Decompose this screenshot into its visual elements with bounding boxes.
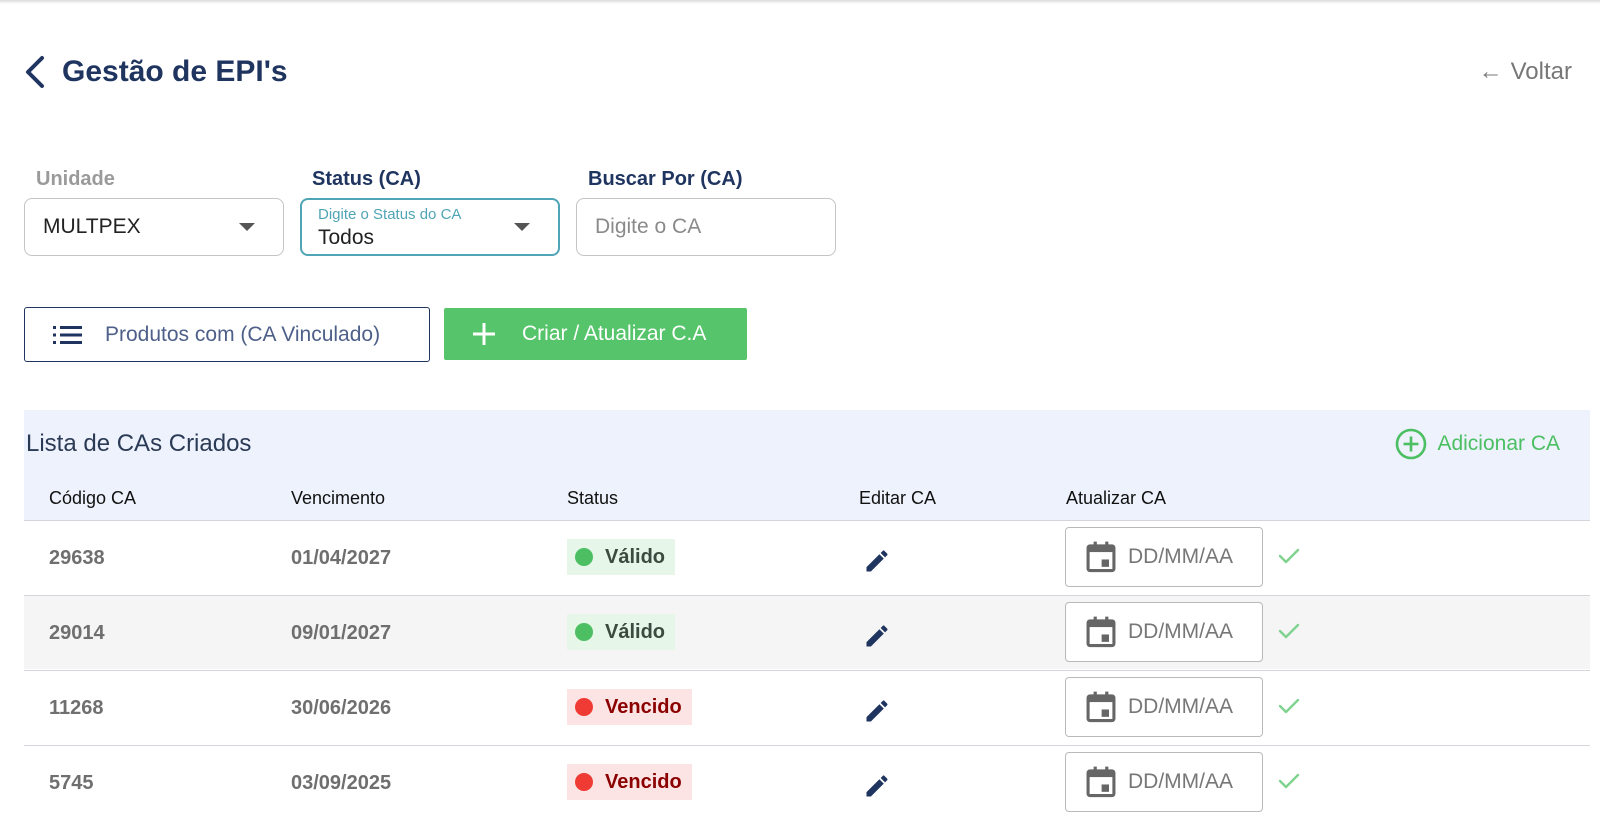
update-date-input[interactable]: DD/MM/AA <box>1065 527 1263 587</box>
table-row: 5745 03/09/2025 Vencido DD/MM/AA <box>24 745 1590 819</box>
add-ca-button[interactable]: Adicionar CA <box>1395 428 1560 460</box>
buscar-input[interactable]: Digite o CA <box>576 198 836 256</box>
table-row: 29014 09/01/2027 Válido DD/MM/AA <box>24 595 1590 669</box>
update-date-input[interactable]: DD/MM/AA <box>1065 602 1263 662</box>
status-select[interactable]: Digite o Status do CA Todos <box>300 198 560 256</box>
edit-ca-button[interactable] <box>863 547 891 575</box>
codigo-cell: 29014 <box>49 621 105 644</box>
status-badge: Válido <box>567 539 676 575</box>
check-icon <box>1278 548 1300 564</box>
pencil-icon <box>866 700 888 722</box>
status-dot-icon <box>575 698 593 716</box>
list-title: Lista de CAs Criados <box>26 430 252 457</box>
calendar-icon <box>1086 691 1116 723</box>
status-dot-icon <box>575 773 593 791</box>
create-button-label: Criar / Atualizar C.A <box>522 322 707 345</box>
status-value: Todos <box>318 226 375 249</box>
arrow-left-icon: ← <box>1478 58 1503 85</box>
check-icon <box>1278 623 1300 639</box>
confirm-update-button[interactable] <box>1276 618 1302 644</box>
status-badge: Válido <box>567 614 676 650</box>
vencimento-cell: 30/06/2026 <box>291 696 392 719</box>
status-dot-icon <box>575 623 593 641</box>
date-placeholder: DD/MM/AA <box>1128 620 1233 643</box>
codigo-cell: 29638 <box>49 546 105 569</box>
vencimento-cell: 03/09/2025 <box>291 771 392 794</box>
buscar-placeholder: Digite o CA <box>595 215 702 238</box>
calendar-icon <box>1086 616 1116 648</box>
confirm-update-button[interactable] <box>1276 768 1302 794</box>
update-date-input[interactable]: DD/MM/AA <box>1065 752 1263 812</box>
unidade-label: Unidade <box>36 168 115 190</box>
edit-ca-button[interactable] <box>863 697 891 725</box>
status-dot-icon <box>575 548 593 566</box>
caret-down-icon <box>239 223 255 231</box>
date-placeholder: DD/MM/AA <box>1128 770 1233 793</box>
products-with-ca-button[interactable]: Produtos com (CA Vinculado) <box>24 307 430 362</box>
column-header-atualizar[interactable]: Atualizar CA <box>1066 488 1166 509</box>
status-label: Válido <box>605 545 666 568</box>
ca-list-header-panel: Lista de CAs Criados Adicionar CA Código… <box>24 410 1590 520</box>
status-label: Válido <box>605 620 666 643</box>
pencil-icon <box>866 550 888 572</box>
edit-ca-button[interactable] <box>863 772 891 800</box>
table-row: 29638 01/04/2027 Válido DD/MM/AA <box>24 520 1590 594</box>
voltar-link[interactable]: ← Voltar <box>1479 56 1572 88</box>
column-header-vencimento[interactable]: Vencimento <box>291 488 385 509</box>
calendar-icon <box>1086 541 1116 573</box>
create-update-ca-button[interactable]: Criar / Atualizar C.A <box>444 308 747 360</box>
confirm-update-button[interactable] <box>1276 693 1302 719</box>
date-placeholder: DD/MM/AA <box>1128 695 1233 718</box>
status-label: Vencido <box>605 695 682 718</box>
column-header-codigo[interactable]: Código CA <box>49 488 136 509</box>
vencimento-cell: 09/01/2027 <box>291 621 392 644</box>
caret-down-icon <box>514 223 530 231</box>
check-icon <box>1278 773 1300 789</box>
back-chevron-icon[interactable] <box>24 52 52 92</box>
page-title: Gestão de EPI's <box>62 55 288 88</box>
status-label: Vencido <box>605 770 682 793</box>
status-floating-label: Digite o Status do CA <box>318 206 462 223</box>
update-date-input[interactable]: DD/MM/AA <box>1065 677 1263 737</box>
column-header-status[interactable]: Status <box>567 488 618 509</box>
status-label: Status (CA) <box>312 168 421 190</box>
unidade-value: MULTPEX <box>43 215 141 238</box>
check-icon <box>1278 698 1300 714</box>
top-shadow <box>0 0 1600 4</box>
codigo-cell: 11268 <box>49 696 104 719</box>
vencimento-cell: 01/04/2027 <box>291 546 392 569</box>
calendar-icon <box>1086 766 1116 798</box>
pencil-icon <box>866 625 888 647</box>
confirm-update-button[interactable] <box>1276 543 1302 569</box>
add-ca-label: Adicionar CA <box>1437 432 1560 455</box>
unidade-select[interactable]: MULTPEX <box>24 198 284 256</box>
products-button-label: Produtos com (CA Vinculado) <box>105 322 381 346</box>
codigo-cell: 5745 <box>49 771 94 794</box>
date-placeholder: DD/MM/AA <box>1128 545 1233 568</box>
edit-ca-button[interactable] <box>863 622 891 650</box>
status-badge: Vencido <box>567 689 692 725</box>
pencil-icon <box>866 775 888 797</box>
list-icon <box>53 325 82 344</box>
status-badge: Vencido <box>567 764 692 800</box>
buscar-label: Buscar Por (CA) <box>588 168 743 190</box>
voltar-label: Voltar <box>1510 58 1572 85</box>
column-header-editar[interactable]: Editar CA <box>859 488 936 509</box>
page-header: Gestão de EPI's <box>24 52 288 92</box>
plus-icon <box>473 323 495 345</box>
table-row: 11268 30/06/2026 Vencido DD/MM/AA <box>24 670 1590 744</box>
plus-circle-icon <box>1396 428 1427 460</box>
